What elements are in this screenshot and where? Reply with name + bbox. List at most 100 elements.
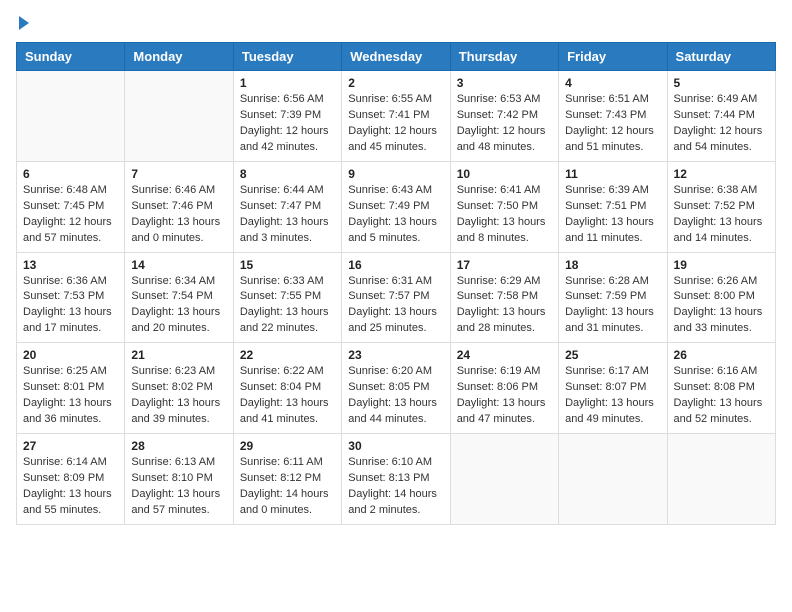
day-info: Sunrise: 6:36 AMSunset: 7:53 PMDaylight:… [23,274,118,338]
day-number: 13 [23,258,118,272]
calendar-day: 9 Sunrise: 6:43 AMSunset: 7:49 PMDaylight… [342,161,450,252]
calendar-day: 10 Sunrise: 6:41 AMSunset: 7:50 PMDayligh… [450,161,558,252]
day-info: Sunrise: 6:22 AMSunset: 8:04 PMDaylight:… [240,364,335,428]
day-number: 17 [457,258,552,272]
day-info: Sunrise: 6:23 AMSunset: 8:02 PMDaylight:… [131,364,226,428]
calendar-day [667,434,775,525]
calendar-day: 26 Sunrise: 6:16 AMSunset: 8:08 PMDayligh… [667,343,775,434]
calendar-week-2: 6 Sunrise: 6:48 AMSunset: 7:45 PMDaylight… [17,161,776,252]
day-number: 4 [565,76,660,90]
calendar-day: 24 Sunrise: 6:19 AMSunset: 8:06 PMDayligh… [450,343,558,434]
calendar-day: 25 Sunrise: 6:17 AMSunset: 8:07 PMDayligh… [559,343,667,434]
weekday-header-tuesday: Tuesday [233,43,341,71]
calendar-week-1: 1 Sunrise: 6:56 AMSunset: 7:39 PMDaylight… [17,71,776,162]
calendar-header: SundayMondayTuesdayWednesdayThursdayFrid… [17,43,776,71]
logo-arrow-icon [19,16,29,30]
day-info: Sunrise: 6:31 AMSunset: 7:57 PMDaylight:… [348,274,443,338]
page-header [16,16,776,30]
day-info: Sunrise: 6:55 AMSunset: 7:41 PMDaylight:… [348,92,443,156]
calendar-day: 19Sunrise: 6:26 AMSunset: 8:00 PMDayligh… [667,252,775,343]
calendar-day: 18Sunrise: 6:28 AMSunset: 7:59 PMDayligh… [559,252,667,343]
calendar-day [125,71,233,162]
day-info: Sunrise: 6:26 AMSunset: 8:00 PMDaylight:… [674,274,769,338]
calendar-day: 11 Sunrise: 6:39 AMSunset: 7:51 PMDayligh… [559,161,667,252]
weekday-header-saturday: Saturday [667,43,775,71]
calendar-day [17,71,125,162]
calendar-day [450,434,558,525]
calendar-body: 1 Sunrise: 6:56 AMSunset: 7:39 PMDaylight… [17,71,776,525]
day-info: Sunrise: 6:41 AMSunset: 7:50 PMDaylight:… [457,183,552,247]
day-info: Sunrise: 6:38 AMSunset: 7:52 PMDaylight:… [674,183,769,247]
day-number: 28 [131,439,226,453]
calendar-day: 16 Sunrise: 6:31 AMSunset: 7:57 PMDayligh… [342,252,450,343]
calendar-day: 2 Sunrise: 6:55 AMSunset: 7:41 PMDaylight… [342,71,450,162]
day-number: 27 [23,439,118,453]
calendar-week-3: 13 Sunrise: 6:36 AMSunset: 7:53 PMDayligh… [17,252,776,343]
day-number: 25 [565,348,660,362]
day-number: 5 [674,76,769,90]
day-info: Sunrise: 6:28 AMSunset: 7:59 PMDaylight:… [565,274,660,338]
calendar-day: 6 Sunrise: 6:48 AMSunset: 7:45 PMDaylight… [17,161,125,252]
calendar-day: 17 Sunrise: 6:29 AMSunset: 7:58 PMDayligh… [450,252,558,343]
day-info: Sunrise: 6:48 AMSunset: 7:45 PMDaylight:… [23,183,118,247]
day-number: 10 [457,167,552,181]
day-number: 7 [131,167,226,181]
day-number: 15 [240,258,335,272]
day-info: Sunrise: 6:16 AMSunset: 8:08 PMDaylight:… [674,364,769,428]
calendar-day: 20Sunrise: 6:25 AMSunset: 8:01 PMDayligh… [17,343,125,434]
day-info: Sunrise: 6:33 AMSunset: 7:55 PMDaylight:… [240,274,335,338]
day-number: 2 [348,76,443,90]
day-number: 9 [348,167,443,181]
calendar-day: 1 Sunrise: 6:56 AMSunset: 7:39 PMDaylight… [233,71,341,162]
day-number: 1 [240,76,335,90]
day-number: 16 [348,258,443,272]
calendar-day: 22Sunrise: 6:22 AMSunset: 8:04 PMDayligh… [233,343,341,434]
day-number: 8 [240,167,335,181]
day-info: Sunrise: 6:39 AMSunset: 7:51 PMDaylight:… [565,183,660,247]
day-number: 12 [674,167,769,181]
weekday-header-sunday: Sunday [17,43,125,71]
day-info: Sunrise: 6:46 AMSunset: 7:46 PMDaylight:… [131,183,226,247]
day-info: Sunrise: 6:19 AMSunset: 8:06 PMDaylight:… [457,364,552,428]
calendar-day: 4 Sunrise: 6:51 AMSunset: 7:43 PMDaylight… [559,71,667,162]
calendar-day: 23Sunrise: 6:20 AMSunset: 8:05 PMDayligh… [342,343,450,434]
calendar-day: 14 Sunrise: 6:34 AMSunset: 7:54 PMDayligh… [125,252,233,343]
day-info: Sunrise: 6:53 AMSunset: 7:42 PMDaylight:… [457,92,552,156]
weekday-header-friday: Friday [559,43,667,71]
weekday-header-monday: Monday [125,43,233,71]
day-info: Sunrise: 6:13 AMSunset: 8:10 PMDaylight:… [131,455,226,519]
day-info: Sunrise: 6:51 AMSunset: 7:43 PMDaylight:… [565,92,660,156]
calendar-day: 5 Sunrise: 6:49 AMSunset: 7:44 PMDaylight… [667,71,775,162]
day-info: Sunrise: 6:56 AMSunset: 7:39 PMDaylight:… [240,92,335,156]
day-info: Sunrise: 6:43 AMSunset: 7:49 PMDaylight:… [348,183,443,247]
weekday-header-row: SundayMondayTuesdayWednesdayThursdayFrid… [17,43,776,71]
day-number: 24 [457,348,552,362]
calendar-day: 28 Sunrise: 6:13 AMSunset: 8:10 PMDayligh… [125,434,233,525]
day-number: 14 [131,258,226,272]
calendar-day: 29Sunrise: 6:11 AMSunset: 8:12 PMDayligh… [233,434,341,525]
calendar-day: 7 Sunrise: 6:46 AMSunset: 7:46 PMDaylight… [125,161,233,252]
day-number: 11 [565,167,660,181]
calendar-day: 8 Sunrise: 6:44 AMSunset: 7:47 PMDaylight… [233,161,341,252]
day-info: Sunrise: 6:11 AMSunset: 8:12 PMDaylight:… [240,455,335,519]
calendar-day [559,434,667,525]
weekday-header-thursday: Thursday [450,43,558,71]
calendar-week-5: 27 Sunrise: 6:14 AMSunset: 8:09 PMDayligh… [17,434,776,525]
calendar-day: 12 Sunrise: 6:38 AMSunset: 7:52 PMDayligh… [667,161,775,252]
calendar-day: 30Sunrise: 6:10 AMSunset: 8:13 PMDayligh… [342,434,450,525]
calendar-table: SundayMondayTuesdayWednesdayThursdayFrid… [16,42,776,525]
day-info: Sunrise: 6:44 AMSunset: 7:47 PMDaylight:… [240,183,335,247]
day-info: Sunrise: 6:29 AMSunset: 7:58 PMDaylight:… [457,274,552,338]
day-info: Sunrise: 6:25 AMSunset: 8:01 PMDaylight:… [23,364,118,428]
day-info: Sunrise: 6:14 AMSunset: 8:09 PMDaylight:… [23,455,118,519]
calendar-day: 15 Sunrise: 6:33 AMSunset: 7:55 PMDayligh… [233,252,341,343]
day-number: 6 [23,167,118,181]
logo [16,16,29,30]
day-info: Sunrise: 6:34 AMSunset: 7:54 PMDaylight:… [131,274,226,338]
day-info: Sunrise: 6:49 AMSunset: 7:44 PMDaylight:… [674,92,769,156]
day-number: 23 [348,348,443,362]
calendar-day: 21 Sunrise: 6:23 AMSunset: 8:02 PMDayligh… [125,343,233,434]
day-number: 26 [674,348,769,362]
day-info: Sunrise: 6:17 AMSunset: 8:07 PMDaylight:… [565,364,660,428]
day-number: 21 [131,348,226,362]
